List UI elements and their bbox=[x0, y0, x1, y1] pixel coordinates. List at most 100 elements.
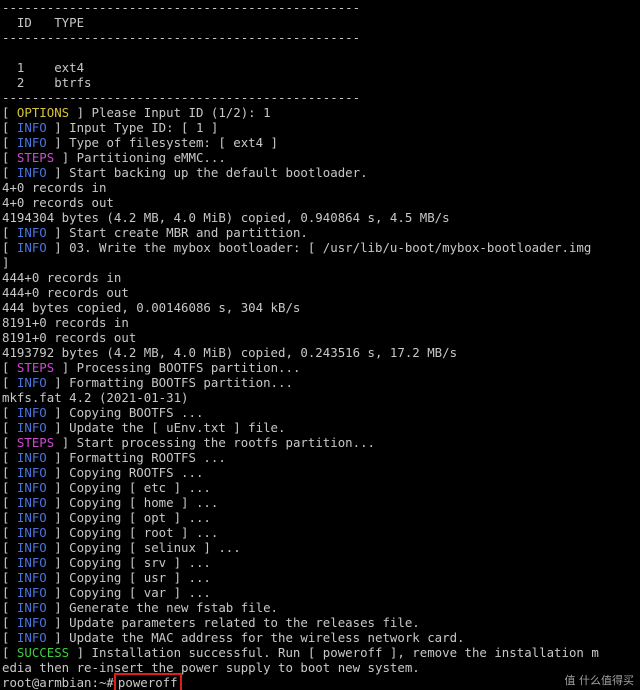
bracket-close: ] bbox=[46, 495, 62, 510]
log-text: Copying [ home ] ... bbox=[61, 495, 219, 510]
bracket-open: [ bbox=[2, 360, 17, 375]
log-text: Formatting BOOTFS partition... bbox=[61, 375, 293, 390]
log-tag-info: INFO bbox=[16, 420, 47, 435]
log-line: 4193792 bytes (4.2 MB, 4.0 MiB) copied, … bbox=[2, 345, 457, 360]
log-text: Copying [ srv ] ... bbox=[61, 555, 211, 570]
log-line: [ INFO ] Copying [ root ] ... bbox=[2, 525, 218, 540]
bracket-close: ] bbox=[54, 150, 70, 165]
log-text: 4194304 bytes (4.2 MB, 4.0 MiB) copied, … bbox=[2, 210, 450, 225]
bracket-close: ] bbox=[69, 105, 85, 120]
bracket-open: [ bbox=[2, 630, 17, 645]
log-line: [ STEPS ] Partitioning eMMC... bbox=[2, 150, 226, 165]
log-line: [ INFO ] Copying [ opt ] ... bbox=[2, 510, 211, 525]
log-tag-info: INFO bbox=[16, 555, 47, 570]
log-text: Generate the new fstab file. bbox=[61, 600, 279, 615]
log-text: 8191+0 records out bbox=[2, 330, 137, 345]
log-line: [ INFO ] Copying [ srv ] ... bbox=[2, 555, 211, 570]
log-line: [ INFO ] Copying BOOTFS ... bbox=[2, 405, 203, 420]
bracket-close: ] bbox=[69, 645, 85, 660]
log-tag-info: INFO bbox=[16, 525, 47, 540]
bracket-open: [ bbox=[2, 540, 17, 555]
bracket-close: ] bbox=[46, 120, 62, 135]
log-line: [ SUCCESS ] Installation successful. Run… bbox=[2, 645, 599, 660]
log-line: [ INFO ] Generate the new fstab file. bbox=[2, 600, 278, 615]
log-line: ] bbox=[2, 255, 9, 270]
bracket-close: ] bbox=[46, 480, 62, 495]
log-line: [ INFO ] Update the MAC address for the … bbox=[2, 630, 465, 645]
bracket-close: ] bbox=[46, 510, 62, 525]
bracket-close: ] bbox=[46, 420, 62, 435]
bracket-open: [ bbox=[2, 435, 17, 450]
table-row-text: 2 btrfs bbox=[2, 75, 92, 90]
log-text: Processing BOOTFS partition... bbox=[69, 360, 301, 375]
log-text: Input Type ID: [ 1 ] bbox=[61, 120, 219, 135]
log-text: 03. Write the mybox bootloader: [ /usr/l… bbox=[61, 240, 592, 255]
log-text: Copying [ selinux ] ... bbox=[61, 540, 241, 555]
log-line: [ INFO ] Update the [ uEnv.txt ] file. bbox=[2, 420, 285, 435]
log-text: 4+0 records in bbox=[2, 180, 107, 195]
log-text: mkfs.fat 4.2 (2021-01-31) bbox=[2, 390, 189, 405]
log-text: Start backing up the default bootloader. bbox=[61, 165, 368, 180]
log-tag-info: INFO bbox=[16, 405, 47, 420]
table-row: 1 ext4 bbox=[2, 60, 84, 75]
log-tag-info: INFO bbox=[16, 120, 47, 135]
separator-text: ----------------------------------------… bbox=[2, 90, 361, 105]
log-line: [ INFO ] Copying ROOTFS ... bbox=[2, 465, 203, 480]
log-tag-steps: STEPS bbox=[16, 360, 55, 375]
log-tag-info: INFO bbox=[16, 465, 47, 480]
log-line: [ INFO ] Type of filesystem: [ ext4 ] bbox=[2, 135, 278, 150]
log-line: 8191+0 records out bbox=[2, 330, 136, 345]
log-text: Copying [ usr ] ... bbox=[61, 570, 211, 585]
log-text: Copying [ root ] ... bbox=[61, 525, 219, 540]
log-line: [ STEPS ] Processing BOOTFS partition... bbox=[2, 360, 300, 375]
bracket-close: ] bbox=[46, 240, 62, 255]
log-line: [ INFO ] Copying [ etc ] ... bbox=[2, 480, 211, 495]
watermark: 值 什么值得买 bbox=[564, 674, 635, 687]
log-line: [ INFO ] Copying [ var ] ... bbox=[2, 585, 211, 600]
bracket-close: ] bbox=[46, 405, 62, 420]
poweroff-command-highlight: poweroff bbox=[113, 673, 182, 690]
log-line: [ STEPS ] Start processing the rootfs pa… bbox=[2, 435, 375, 450]
log-tag-options: OPTIONS bbox=[16, 105, 70, 120]
log-line: mkfs.fat 4.2 (2021-01-31) bbox=[2, 390, 189, 405]
bracket-close: ] bbox=[46, 465, 62, 480]
bracket-close: ] bbox=[46, 555, 62, 570]
bracket-open: [ bbox=[2, 165, 17, 180]
separator-line: ----------------------------------------… bbox=[2, 90, 360, 105]
log-line: 4194304 bytes (4.2 MB, 4.0 MiB) copied, … bbox=[2, 210, 450, 225]
bracket-open: [ bbox=[2, 450, 17, 465]
bracket-open: [ bbox=[2, 135, 17, 150]
bracket-close: ] bbox=[46, 570, 62, 585]
log-line: 444+0 records out bbox=[2, 285, 129, 300]
bracket-close: ] bbox=[46, 585, 62, 600]
table-row: 2 btrfs bbox=[2, 75, 92, 90]
log-line: edia then re-insert the power supply to … bbox=[2, 660, 420, 675]
prompt: root@armbian:~# bbox=[2, 675, 114, 690]
log-text: Installation successful. Run [ poweroff … bbox=[84, 645, 599, 660]
log-tag-info: INFO bbox=[16, 240, 47, 255]
prompt-line: root@armbian:~# poweroff bbox=[2, 673, 182, 690]
log-text: Partitioning eMMC... bbox=[69, 150, 226, 165]
bracket-open: [ bbox=[2, 495, 17, 510]
log-text: 444+0 records out bbox=[2, 285, 129, 300]
log-text: Update the MAC address for the wireless … bbox=[61, 630, 465, 645]
table-header-text: ID TYPE bbox=[2, 15, 85, 30]
log-tag-steps: STEPS bbox=[16, 150, 55, 165]
log-text: Start create MBR and partittion. bbox=[61, 225, 308, 240]
log-line: [ INFO ] Copying [ home ] ... bbox=[2, 495, 218, 510]
log-tag-info: INFO bbox=[16, 615, 47, 630]
separator-text: ----------------------------------------… bbox=[2, 0, 361, 15]
log-tag-info: INFO bbox=[16, 480, 47, 495]
log-line: [ OPTIONS ] Please Input ID (1/2): 1 bbox=[2, 105, 271, 120]
log-line: [ INFO ] Start create MBR and partittion… bbox=[2, 225, 308, 240]
bracket-open: [ bbox=[2, 615, 17, 630]
bracket-open: [ bbox=[2, 420, 17, 435]
bracket-open: [ bbox=[2, 510, 17, 525]
separator-text: ----------------------------------------… bbox=[2, 30, 361, 45]
log-line: [ INFO ] Start backing up the default bo… bbox=[2, 165, 368, 180]
terminal-window[interactable]: ----------------------------------------… bbox=[0, 0, 640, 690]
bracket-open: [ bbox=[2, 645, 17, 660]
bracket-close: ] bbox=[46, 615, 62, 630]
log-text: 8191+0 records in bbox=[2, 315, 129, 330]
log-tag-info: INFO bbox=[16, 225, 47, 240]
